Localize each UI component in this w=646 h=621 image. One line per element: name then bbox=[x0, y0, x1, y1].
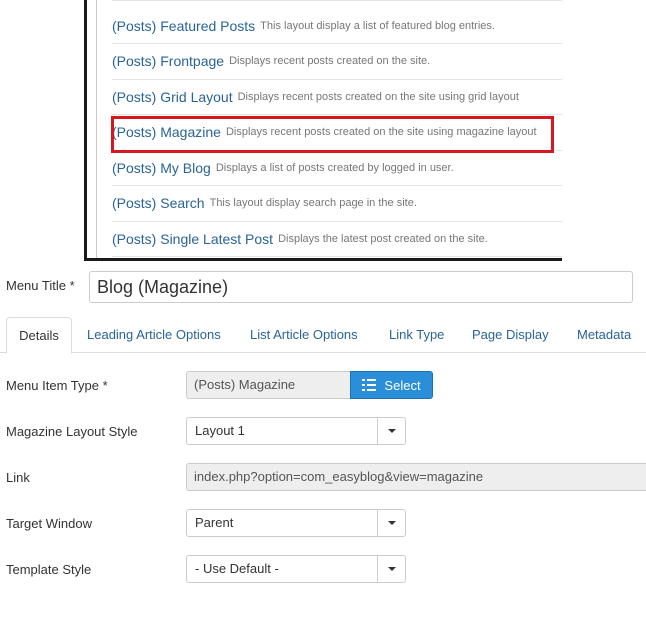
tab-list-article-options[interactable]: List Article Options bbox=[250, 317, 358, 353]
panel-border-bottom bbox=[84, 258, 562, 261]
menu-title-label: Menu Title * bbox=[6, 278, 75, 293]
layout-item-my-blog[interactable]: (Posts) My Blog Displays a list of posts… bbox=[112, 151, 562, 186]
tab-page-display[interactable]: Page Display bbox=[472, 317, 549, 353]
layout-item-single-latest-post[interactable]: (Posts) Single Latest Post Displays the … bbox=[112, 222, 562, 257]
layout-item-title[interactable]: (Posts) Frontpage bbox=[112, 53, 224, 69]
template-style-label: Template Style bbox=[6, 562, 92, 577]
chevron-down-icon bbox=[377, 418, 405, 444]
magazine-layout-style-label: Magazine Layout Style bbox=[6, 424, 138, 439]
layout-item-title[interactable]: (Posts) Featured Posts bbox=[112, 18, 255, 34]
layout-item-title[interactable]: (Posts) Magazine bbox=[112, 124, 221, 140]
tab-leading-article-options[interactable]: Leading Article Options bbox=[87, 317, 221, 353]
layout-item-title[interactable]: (Posts) My Blog bbox=[112, 160, 211, 176]
link-field: index.php?option=com_easyblog&view=magaz… bbox=[186, 463, 646, 491]
layout-item-description: This layout display a list of featured b… bbox=[260, 20, 495, 32]
layout-item-description: Displays recent posts created on the sit… bbox=[229, 55, 431, 68]
layout-item-title[interactable]: (Posts) Search bbox=[112, 195, 205, 211]
chevron-down-icon bbox=[377, 510, 405, 536]
select-button-label: Select bbox=[384, 377, 421, 393]
layout-item-description: Displays the latest post created on the … bbox=[278, 232, 488, 245]
list-icon bbox=[362, 379, 377, 391]
layout-item-grid-layout[interactable]: (Posts) Grid Layout Displays recent post… bbox=[112, 80, 562, 115]
layout-item-magazine[interactable]: (Posts) Magazine Displays recent posts c… bbox=[112, 115, 562, 151]
layout-item-frontpage[interactable]: (Posts) Frontpage Displays recent posts … bbox=[112, 44, 562, 80]
layout-item-search[interactable]: (Posts) Search This layout display searc… bbox=[112, 186, 562, 222]
select-value: Parent bbox=[195, 515, 234, 530]
select-button[interactable]: Select bbox=[350, 371, 433, 399]
menu-item-type-value: (Posts) Magazine bbox=[186, 371, 351, 399]
select-value: Layout 1 bbox=[195, 423, 245, 438]
target-window-label: Target Window bbox=[6, 516, 92, 531]
panel-divider bbox=[96, 0, 97, 258]
target-window-select[interactable]: Parent bbox=[186, 509, 406, 537]
magazine-layout-style-select[interactable]: Layout 1 bbox=[186, 417, 406, 445]
tab-bar: Details Leading Article Options List Art… bbox=[0, 317, 646, 354]
tab-details[interactable]: Details bbox=[6, 317, 72, 354]
layout-item-description: Displays recent posts created on the sit… bbox=[237, 90, 519, 103]
layout-item-description: Displays a list of posts created by logg… bbox=[215, 161, 454, 174]
panel-border-left bbox=[84, 0, 87, 261]
select-value: - Use Default - bbox=[195, 561, 279, 576]
tab-metadata[interactable]: Metadata bbox=[577, 317, 631, 353]
menu-title-input[interactable] bbox=[89, 271, 633, 303]
layout-list-panel: (Posts) Featured Posts This layout displ… bbox=[84, 0, 562, 261]
layout-item-description: This layout display search page in the s… bbox=[209, 197, 417, 210]
layout-item-title[interactable]: (Posts) Single Latest Post bbox=[112, 231, 273, 247]
layout-list: (Posts) Featured Posts This layout displ… bbox=[112, 0, 562, 257]
link-label: Link bbox=[6, 470, 30, 485]
layout-item-description: Displays recent posts created on the sit… bbox=[225, 126, 537, 139]
chevron-down-icon bbox=[377, 556, 405, 582]
layout-item-title[interactable]: (Posts) Grid Layout bbox=[112, 89, 233, 105]
tab-link-type[interactable]: Link Type bbox=[389, 317, 444, 353]
menu-item-type-label: Menu Item Type * bbox=[6, 378, 108, 393]
template-style-select[interactable]: - Use Default - bbox=[186, 555, 406, 583]
layout-item-featured-posts[interactable]: (Posts) Featured Posts This layout displ… bbox=[112, 0, 562, 44]
